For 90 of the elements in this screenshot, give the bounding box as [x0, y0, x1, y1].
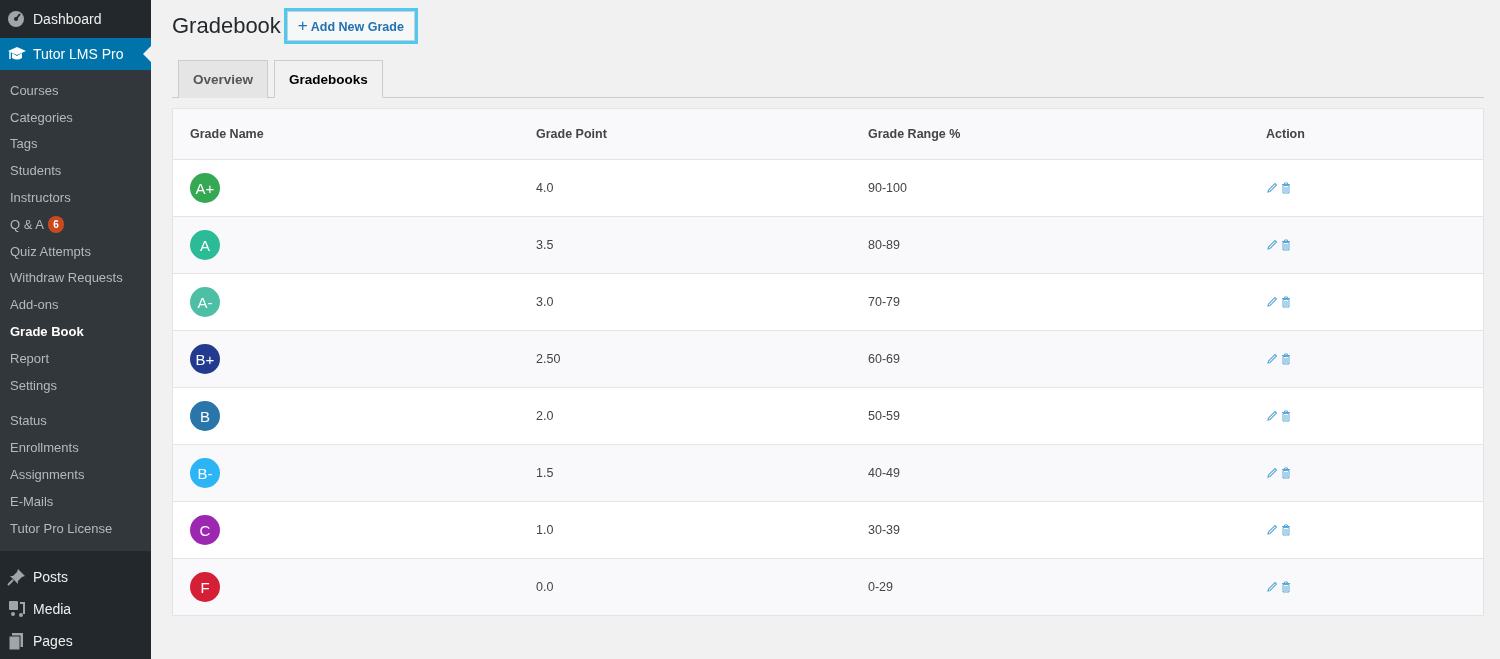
submenu-item[interactable]: Status [0, 407, 151, 435]
table-cell-text: 0-29 [867, 580, 895, 594]
gauge-icon [7, 9, 27, 29]
edit-icon[interactable] [1266, 581, 1278, 593]
page-title: Gradebook [172, 13, 281, 39]
table-cell-text: 1.0 [535, 523, 555, 537]
submenu-item[interactable]: E-Mails [0, 487, 151, 515]
trash-icon [1280, 296, 1292, 308]
submenu-item[interactable]: Assignments [0, 461, 151, 488]
tab[interactable]: Overview [178, 60, 269, 98]
delete-icon[interactable] [1280, 410, 1292, 422]
edit-icon[interactable] [1266, 296, 1278, 308]
grade-badge: C [190, 515, 220, 545]
trash-icon [1280, 410, 1292, 422]
edit-icon[interactable] [1266, 524, 1278, 536]
pushpin-icon [7, 566, 27, 587]
count-badge: 6 [47, 215, 64, 233]
edit-icon[interactable] [1266, 353, 1278, 365]
column-header: Grade Name [189, 127, 265, 141]
table-cell-text: 0.0 [535, 580, 555, 594]
trash-icon [1280, 353, 1292, 365]
delete-icon[interactable] [1280, 182, 1292, 194]
grade-badge: F [190, 572, 220, 602]
trash-icon [1280, 182, 1292, 194]
submenu-item[interactable]: Withdraw Requests [0, 264, 151, 292]
column-header: Grade Point [535, 127, 608, 141]
trash-icon [1280, 581, 1292, 593]
pencil-icon [1266, 353, 1278, 365]
table-cell-text: 50-59 [867, 409, 901, 423]
menu-item[interactable]: Pages [0, 624, 151, 657]
submenu-item[interactable]: Tutor Pro License [0, 514, 151, 542]
submenu-item[interactable]: Grade Book [0, 318, 151, 345]
grade-badge: A [190, 230, 220, 260]
pencil-icon [1266, 182, 1278, 194]
table-cell-text: 40-49 [867, 466, 901, 480]
delete-icon[interactable] [1280, 581, 1292, 593]
edit-icon[interactable] [1266, 467, 1278, 479]
submenu-item[interactable]: Report [0, 344, 151, 372]
column-header: Grade Range % [867, 127, 962, 141]
submenu-item[interactable]: Instructors [0, 184, 151, 211]
table-cell-text: 60-69 [867, 352, 901, 366]
submenu-item[interactable]: Courses [0, 77, 151, 104]
delete-icon[interactable] [1280, 353, 1292, 365]
table-cell-text: 2.50 [535, 352, 562, 366]
tab[interactable]: Gradebooks [274, 60, 383, 98]
edit-icon[interactable] [1266, 182, 1278, 194]
submenu-item[interactable]: Q & A 6 [0, 211, 151, 238]
table-cell-text: 70-79 [867, 295, 901, 309]
menu-item[interactable]: Posts [0, 560, 151, 593]
submenu-item[interactable]: Categories [0, 103, 151, 131]
trash-icon [1280, 524, 1292, 536]
menu-item[interactable]: Dashboard [0, 0, 151, 38]
trash-icon [1280, 467, 1292, 479]
add-new-grade-button[interactable]: + Add New Grade [286, 11, 415, 41]
submenu-item[interactable]: Quiz Attempts [0, 237, 151, 265]
pencil-icon [1266, 239, 1278, 251]
menu-item[interactable]: Media [0, 592, 151, 625]
table-cell-text: 4.0 [535, 181, 555, 195]
table-cell-text: 3.0 [535, 295, 555, 309]
table-cell-text: 3.5 [535, 238, 555, 252]
grade-badge: B- [190, 458, 220, 488]
grade-badge: B+ [190, 344, 220, 374]
menu-item[interactable]: Tutor LMS Pro [0, 38, 151, 70]
submenu-item[interactable]: Students [0, 157, 151, 185]
submenu-item[interactable]: Add-ons [0, 291, 151, 319]
delete-icon[interactable] [1280, 239, 1292, 251]
pencil-icon [1266, 410, 1278, 422]
delete-icon[interactable] [1280, 296, 1292, 308]
table-cell-text: 1.5 [535, 466, 555, 480]
pencil-icon [1266, 524, 1278, 536]
pencil-icon [1266, 296, 1278, 308]
grade-badge: B [190, 401, 220, 431]
column-header: Action [1265, 127, 1306, 141]
delete-icon[interactable] [1280, 467, 1292, 479]
submenu-item[interactable]: Settings [0, 371, 151, 399]
table-cell-text: 90-100 [867, 181, 908, 195]
edit-icon[interactable] [1266, 410, 1278, 422]
submenu-item[interactable]: Tags [0, 130, 151, 158]
pencil-icon [1266, 467, 1278, 479]
table-cell-text: 30-39 [867, 523, 901, 537]
submenu-item[interactable]: Enrollments [0, 434, 151, 462]
grade-badge: A- [190, 287, 220, 317]
grade-badge: A+ [190, 173, 220, 203]
trash-icon [1280, 239, 1292, 251]
table-cell-text: 80-89 [867, 238, 901, 252]
table-cell-text: 2.0 [535, 409, 555, 423]
delete-icon[interactable] [1280, 524, 1292, 536]
media-icon [7, 598, 27, 619]
edit-icon[interactable] [1266, 239, 1278, 251]
pencil-icon [1266, 581, 1278, 593]
